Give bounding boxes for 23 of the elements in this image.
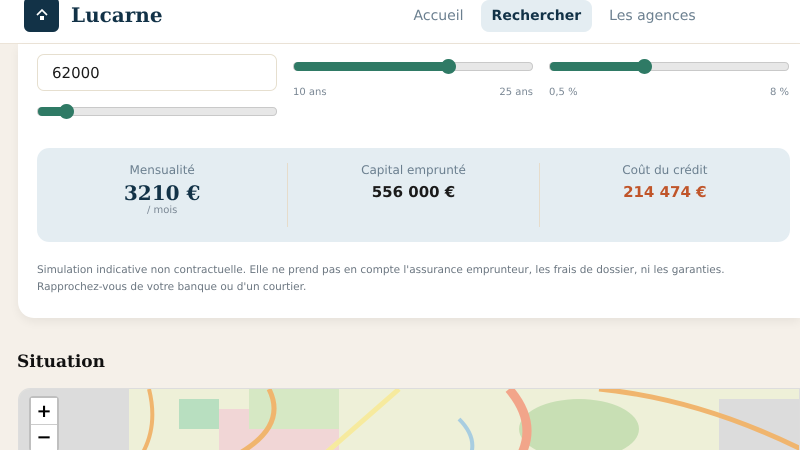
result-unit: / mois	[146, 205, 178, 216]
result-label: Coût du crédit	[622, 163, 708, 177]
nav-tab[interactable]: Accueil	[402, 0, 475, 32]
result-value: 3210 €	[124, 181, 200, 205]
slider-thumb[interactable]	[440, 59, 456, 74]
zoom-out-button[interactable]: −	[31, 424, 57, 450]
section-title: Situation	[17, 352, 105, 372]
result-value: 556 000 €	[372, 183, 456, 201]
result-label: Capital emprunté	[361, 163, 466, 177]
slider-thumb[interactable]	[637, 59, 652, 74]
brand-name: Lucarne	[71, 2, 163, 26]
result-label: Mensualité	[130, 163, 195, 177]
nav-tab[interactable]: Les agences	[598, 0, 707, 32]
house-logo-icon[interactable]	[24, 0, 59, 32]
amount-input[interactable]: 62000	[37, 54, 277, 91]
nav-tab[interactable]: Rechercher	[480, 0, 592, 32]
slider-thumb[interactable]	[58, 104, 74, 119]
slider-max-label: 25 ans	[499, 87, 533, 98]
disclaimer-text: Simulation indicative non contractuelle. Elle ne prend pas en compte l'assurance emprunteur, les frais de dossier, ni les garanties. Rapprochez-vous de votre banque ou d'un courtier.	[37, 263, 726, 295]
slider-min-label: 10 ans	[293, 87, 327, 98]
slider-max-label: 8 %	[770, 87, 789, 98]
result-value: 214 474 €	[623, 183, 707, 201]
slider-min-label: 0,5 %	[549, 87, 578, 98]
